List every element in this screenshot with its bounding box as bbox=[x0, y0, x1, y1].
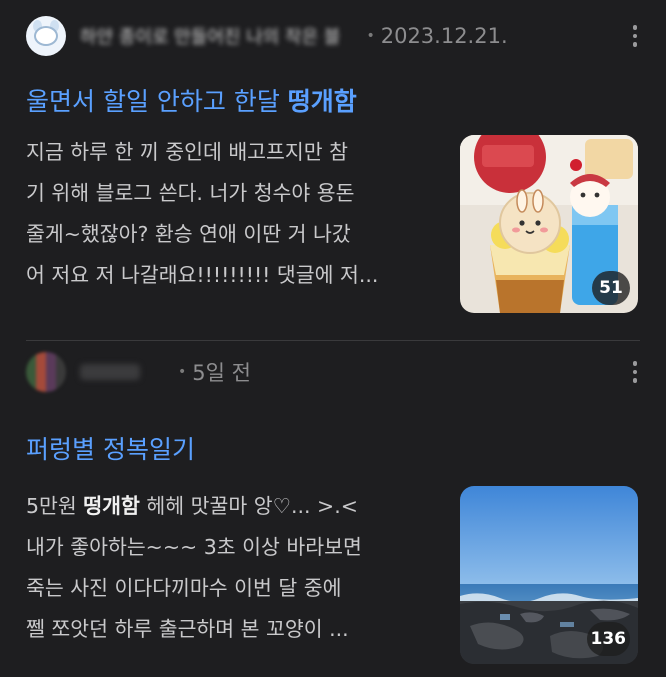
post-title[interactable]: 울면서 할일 안하고 한달 떵개함 bbox=[26, 82, 357, 118]
divider bbox=[26, 340, 640, 341]
image-count-badge: 136 bbox=[586, 622, 630, 656]
post-title[interactable]: 퍼렁별 정복일기 bbox=[26, 430, 195, 466]
post-card[interactable]: 하얀 종이로 만들어진 나의 작은 블 • 2023.12.21. 울면서 할일… bbox=[0, 0, 666, 340]
author-name-blurred[interactable] bbox=[80, 364, 140, 380]
post-date: 2023.12.21. bbox=[380, 24, 508, 48]
post-excerpt[interactable]: 지금 하루 한 끼 중인데 배고프지만 참 기 위해 블로그 쓴다. 너가 청수… bbox=[26, 132, 436, 296]
post-card[interactable]: • 5일 전 퍼렁별 정복일기 5만원 떵개함 헤헤 맛꿀마 앙♡... >.<… bbox=[0, 344, 666, 677]
post-header: 하얀 종이로 만들어진 나의 작은 블 • 2023.12.21. bbox=[26, 16, 646, 56]
separator-dot: • bbox=[178, 364, 187, 380]
more-vertical-icon[interactable] bbox=[624, 357, 646, 387]
author-avatar[interactable] bbox=[26, 16, 66, 56]
image-count-badge: 51 bbox=[592, 271, 630, 305]
author-avatar[interactable] bbox=[26, 352, 66, 392]
post-header: • 5일 전 bbox=[26, 352, 646, 392]
post-thumbnail[interactable]: 136 bbox=[460, 486, 638, 664]
more-vertical-icon[interactable] bbox=[624, 21, 646, 51]
post-date: 5일 전 bbox=[192, 361, 251, 385]
author-name[interactable]: 하얀 종이로 만들어진 나의 작은 블 bbox=[80, 23, 340, 49]
separator-dot: • bbox=[366, 28, 375, 44]
post-excerpt[interactable]: 5만원 떵개함 헤헤 맛꿀마 앙♡... >.< 내가 좋아하는~~~ 3초 이… bbox=[26, 486, 436, 650]
post-thumbnail[interactable]: 51 bbox=[460, 135, 638, 313]
